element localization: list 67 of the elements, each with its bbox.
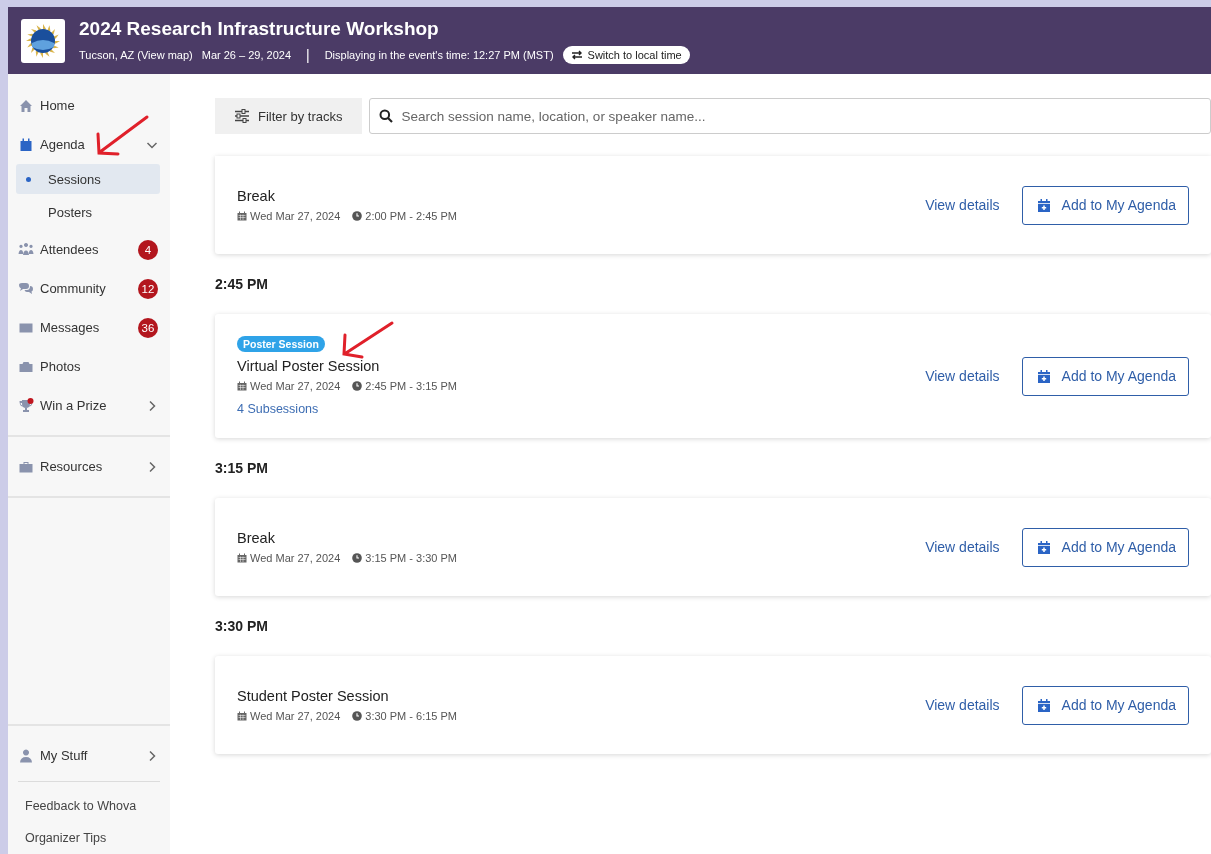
calendar-icon	[237, 381, 247, 391]
calendar-icon	[237, 211, 247, 221]
sidebar-item[interactable]: Home	[8, 86, 170, 125]
sidebar-item[interactable]: Photos	[8, 347, 170, 386]
session-date: Wed Mar 27, 2024	[250, 552, 341, 564]
time-heading: 3:30 PM	[215, 617, 269, 636]
sidebar-subitem[interactable]: Sessions	[16, 164, 160, 194]
session-date: Wed Mar 27, 2024	[250, 710, 341, 722]
swap-arrows-icon	[570, 49, 583, 60]
sidebar-link[interactable]: Feedback to Whova	[8, 790, 170, 822]
view-details-link[interactable]: View details	[925, 697, 1000, 713]
view-details-link[interactable]: View details	[925, 539, 1000, 555]
calendar-icon	[237, 553, 247, 563]
switch-time-button[interactable]: Switch to local time	[562, 45, 690, 64]
event-dates: Mar 26 – 29, 2024	[201, 48, 291, 61]
session-time: 2:00 PM - 2:45 PM	[365, 210, 457, 222]
sidebar-item[interactable]: Community 12	[8, 269, 170, 308]
session-date: Wed Mar 27, 2024	[250, 380, 341, 392]
clock-icon	[352, 381, 363, 391]
calendar-plus-icon	[1036, 539, 1051, 555]
event-title: 2024 Research Infrastructure Workshop	[79, 17, 440, 40]
search-icon	[378, 109, 393, 123]
sidebar-item[interactable]: My Stuff	[8, 736, 170, 775]
event-location: Tucson, AZ (View map)	[79, 48, 193, 61]
time-heading: 3:15 PM	[215, 459, 269, 478]
filter-button[interactable]: Filter by tracks	[215, 98, 362, 134]
calendar-plus-icon	[1036, 697, 1051, 713]
session-time: 3:30 PM - 6:15 PM	[365, 710, 457, 722]
session-time: 2:45 PM - 3:15 PM	[365, 380, 457, 392]
calendar-plus-icon	[1036, 368, 1051, 384]
add-to-agenda-button[interactable]: Add to My Agenda	[1021, 356, 1189, 396]
calendar-plus-icon	[1036, 197, 1051, 213]
sidebar-link[interactable]: Organizer Tips	[8, 822, 170, 854]
count-badge: 12	[138, 278, 158, 299]
count-badge: 4	[138, 239, 158, 260]
event-logo	[21, 18, 65, 63]
calendar-icon	[237, 711, 247, 721]
view-details-link[interactable]: View details	[925, 197, 1000, 213]
session-time: 3:15 PM - 3:30 PM	[365, 552, 457, 564]
search-field[interactable]: Search session name, location, or speaker name...	[368, 98, 1211, 134]
sidebar-item[interactable]: Messages 36	[8, 308, 170, 347]
sidebar-subitem[interactable]: Posters	[16, 197, 160, 227]
session-title: Break	[237, 530, 275, 546]
sidebar-item[interactable]: Attendees 4	[8, 230, 170, 269]
annotation-arrow	[340, 320, 396, 360]
add-to-agenda-button[interactable]: Add to My Agenda	[1021, 527, 1189, 567]
sidebar-item[interactable]: Agenda	[8, 125, 170, 164]
session-title: Virtual Poster Session	[237, 358, 380, 374]
sidebar-item[interactable]: Resources	[8, 447, 170, 486]
subsessions-link[interactable]: 4 Subsessions	[237, 402, 319, 416]
session-title: Student Poster Session	[237, 688, 389, 704]
timezone-note: Displaying in the event's time: 12:27 PM (MST)	[324, 48, 554, 61]
clock-icon	[352, 711, 363, 721]
time-heading: 2:45 PM	[215, 275, 269, 294]
count-badge: 36	[138, 317, 158, 338]
separator-text: |	[306, 46, 310, 63]
annotation-arrow	[94, 114, 150, 158]
sidebar-item[interactable]: Win a Prize	[8, 386, 170, 425]
clock-icon	[352, 211, 363, 221]
session-date: Wed Mar 27, 2024	[250, 210, 341, 222]
clock-icon	[352, 553, 363, 563]
session-title: Break	[237, 188, 275, 204]
add-to-agenda-button[interactable]: Add to My Agenda	[1021, 685, 1189, 725]
sliders-icon	[234, 109, 250, 123]
track-tag: Poster Session	[237, 336, 325, 352]
add-to-agenda-button[interactable]: Add to My Agenda	[1021, 185, 1189, 225]
view-details-link[interactable]: View details	[925, 368, 1000, 384]
